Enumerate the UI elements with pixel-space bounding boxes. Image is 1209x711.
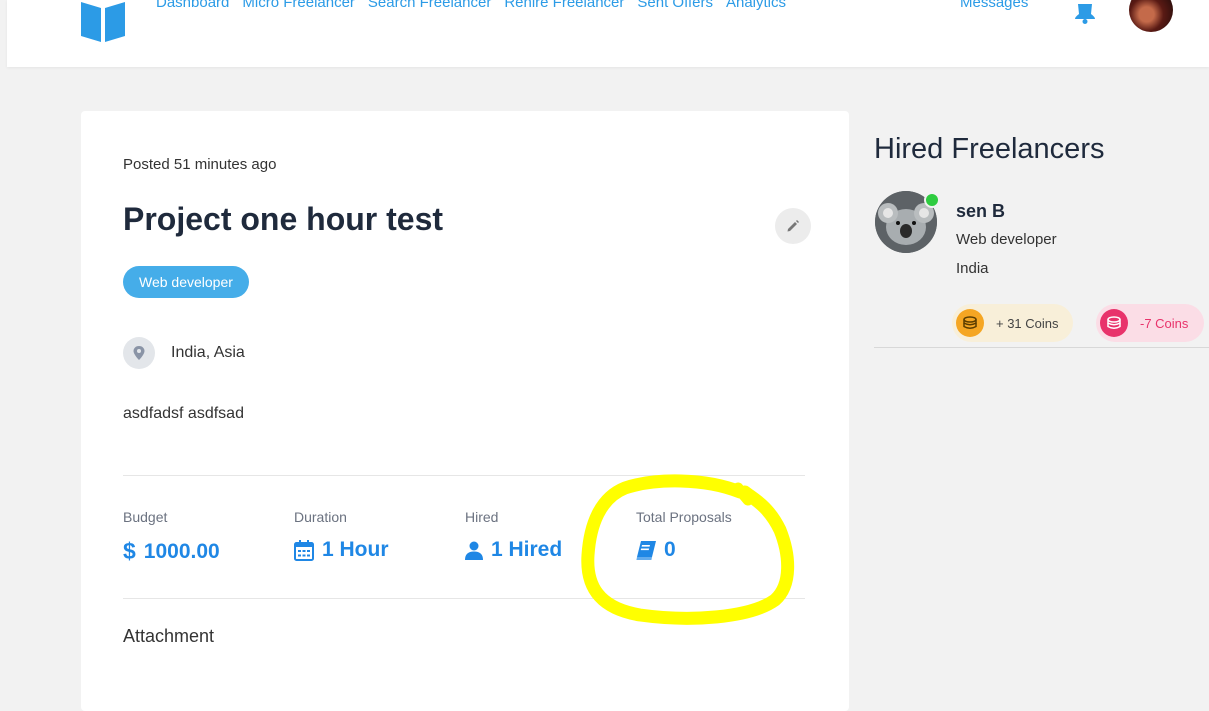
nav-sent-offers[interactable]: Sent Offers xyxy=(637,0,713,11)
dollar-icon: $ xyxy=(123,538,136,564)
book-icon xyxy=(636,540,656,560)
job-description: asdfadsf asdfsad xyxy=(123,405,244,422)
attachment-heading: Attachment xyxy=(123,626,215,646)
stat-hired: Hired 1 Hired xyxy=(465,509,562,562)
posted-time: Posted 51 minutes ago xyxy=(123,156,277,173)
user-icon xyxy=(465,541,483,560)
nav-search-freelancer[interactable]: Search Freelancer xyxy=(368,0,491,11)
stat-duration: Duration 1 Hour xyxy=(294,509,389,562)
stat-value: 0 xyxy=(664,538,676,561)
stat-total-proposals: Total Proposals 0 xyxy=(636,509,732,562)
coins-plus-badge: + 31 Coins xyxy=(952,304,1073,342)
nav-messages[interactable]: Messages xyxy=(960,0,1028,11)
job-title: Project one hour test xyxy=(123,201,444,237)
top-navbar: Dashboard Micro Freelancer Search Freela… xyxy=(7,0,1209,67)
divider xyxy=(123,475,805,476)
skill-tag[interactable]: Web developer xyxy=(123,266,249,298)
coins-minus-value: -7 Coins xyxy=(1140,315,1189,331)
calendar-icon xyxy=(294,539,314,561)
online-status-dot xyxy=(924,192,940,208)
stat-label: Hired xyxy=(465,509,499,525)
freelancer-country: India xyxy=(956,260,989,277)
stat-value: 1000.00 xyxy=(143,539,220,563)
stat-label: Duration xyxy=(294,509,347,525)
stat-budget: Budget $ 1000.00 xyxy=(123,509,220,565)
user-avatar[interactable] xyxy=(1129,0,1173,32)
job-location: India, Asia xyxy=(171,344,245,361)
logo-icon[interactable] xyxy=(81,2,125,42)
bell-icon[interactable] xyxy=(1074,4,1096,24)
freelancer-role: Web developer xyxy=(956,231,1057,248)
coin-icon xyxy=(956,309,984,337)
nav-analytics[interactable]: Analytics xyxy=(726,0,786,11)
nav-rehire-freelancer[interactable]: Rehire Freelancer xyxy=(504,0,624,11)
stat-label: Total Proposals xyxy=(636,509,732,525)
coins-plus-value: + 31 Coins xyxy=(996,315,1059,331)
stat-label: Budget xyxy=(123,509,168,525)
coins-minus-badge: -7 Coins xyxy=(1096,304,1205,342)
coin-icon xyxy=(1100,309,1128,337)
nav-dashboard[interactable]: Dashboard xyxy=(156,0,229,11)
divider xyxy=(123,598,805,599)
panel-divider xyxy=(874,347,1209,348)
main-nav: Dashboard Micro Freelancer Search Freela… xyxy=(156,0,786,11)
hired-freelancers-title: Hired Freelancers xyxy=(874,133,1105,165)
nav-micro-freelancer[interactable]: Micro Freelancer xyxy=(242,0,355,11)
edit-button[interactable] xyxy=(775,208,811,244)
stat-value: 1 Hour xyxy=(322,538,389,561)
job-card: Posted 51 minutes ago Project one hour t… xyxy=(81,111,849,711)
stat-value: 1 Hired xyxy=(491,538,563,561)
location-pin-icon xyxy=(123,337,155,369)
pencil-icon xyxy=(787,220,799,232)
freelancer-name[interactable]: sen B xyxy=(956,201,1005,222)
